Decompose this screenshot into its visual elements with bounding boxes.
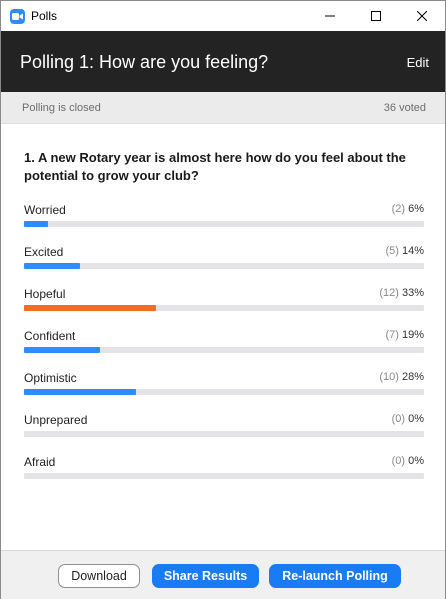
answer-result: (0) 0% — [392, 413, 424, 425]
answer-row: Optimistic (10) 28% — [24, 371, 424, 399]
poll-footer: Download Share Results Re-launch Polling — [1, 550, 445, 599]
answer-row: Confident (7) 19% — [24, 329, 424, 357]
answer-result: (2) 6% — [392, 203, 424, 215]
result-bar-fill — [24, 347, 100, 353]
answer-result: (5) 14% — [385, 245, 424, 257]
result-bar-track — [24, 431, 424, 437]
result-bar-fill — [24, 305, 156, 311]
question-text: 1. A new Rotary year is almost here how … — [24, 150, 406, 183]
result-bar-fill — [24, 389, 136, 395]
minimize-icon — [325, 15, 335, 17]
answer-percent: 0% — [408, 455, 424, 467]
answer-row: Excited (5) 14% — [24, 245, 424, 273]
result-bar-track — [24, 305, 424, 311]
window-title: Polls — [31, 9, 58, 23]
result-bar-fill — [24, 263, 80, 269]
maximize-icon — [371, 11, 381, 21]
answer-result: (10) 28% — [379, 371, 424, 383]
answer-label: Afraid — [24, 455, 56, 469]
download-button[interactable]: Download — [58, 564, 140, 588]
answer-label: Worried — [24, 203, 66, 217]
answer-row: Afraid (0) 0% — [24, 455, 424, 483]
answer-row: Unprepared (0) 0% — [24, 413, 424, 441]
answer-row: Hopeful (12) 33% — [24, 287, 424, 315]
answer-count: (0) — [391, 413, 406, 425]
poll-title: Polling 1: How are you feeling? — [20, 52, 269, 72]
answer-percent: 14% — [401, 245, 424, 257]
close-button[interactable] — [399, 1, 445, 31]
answer-row: Worried (2) 6% — [24, 203, 424, 231]
answer-percent: 19% — [401, 329, 424, 341]
answer-label: Hopeful — [24, 287, 66, 301]
answer-result: (7) 19% — [385, 329, 424, 341]
answer-percent: 0% — [408, 413, 424, 425]
poll-status-bar: Polling is closed 36 voted — [1, 92, 445, 124]
answer-label: Unprepared — [24, 413, 88, 427]
answer-label: Optimistic — [24, 371, 77, 385]
answer-percent: 6% — [408, 203, 424, 215]
answer-count: (7) — [385, 329, 399, 341]
minimize-button[interactable] — [307, 1, 353, 31]
share-results-button[interactable]: Share Results — [152, 564, 259, 588]
result-bar-track — [24, 263, 424, 269]
maximize-button[interactable] — [353, 1, 399, 31]
relaunch-polling-button[interactable]: Re-launch Polling — [269, 564, 401, 588]
answer-count: (10) — [379, 371, 399, 383]
title-bar: Polls — [1, 1, 445, 31]
poll-state: Polling is closed — [22, 102, 101, 114]
answer-result: (12) 33% — [379, 287, 424, 299]
edit-link[interactable]: Edit — [407, 55, 429, 70]
answer-count: (12) — [379, 287, 399, 299]
answer-percent: 33% — [401, 287, 424, 299]
result-bar-fill — [24, 221, 48, 227]
answer-count: (5) — [385, 245, 399, 257]
polls-window: Polls Polling 1: How are you feeling? Ed… — [0, 0, 446, 599]
zoom-app-icon — [10, 9, 25, 24]
answer-count: (0) — [391, 455, 406, 467]
answer-label: Excited — [24, 245, 64, 259]
answer-result: (0) 0% — [392, 455, 424, 467]
result-bar-track — [24, 347, 424, 353]
poll-header: Polling 1: How are you feeling? Edit — [1, 31, 445, 92]
answer-percent: 28% — [401, 371, 424, 383]
result-bar-track — [24, 221, 424, 227]
close-icon — [417, 11, 427, 21]
answer-label: Confident — [24, 329, 76, 343]
result-bar-track — [24, 389, 424, 395]
answer-count: (2) — [391, 203, 406, 215]
result-bar-track — [24, 473, 424, 479]
vote-count: 36 voted — [383, 102, 426, 114]
